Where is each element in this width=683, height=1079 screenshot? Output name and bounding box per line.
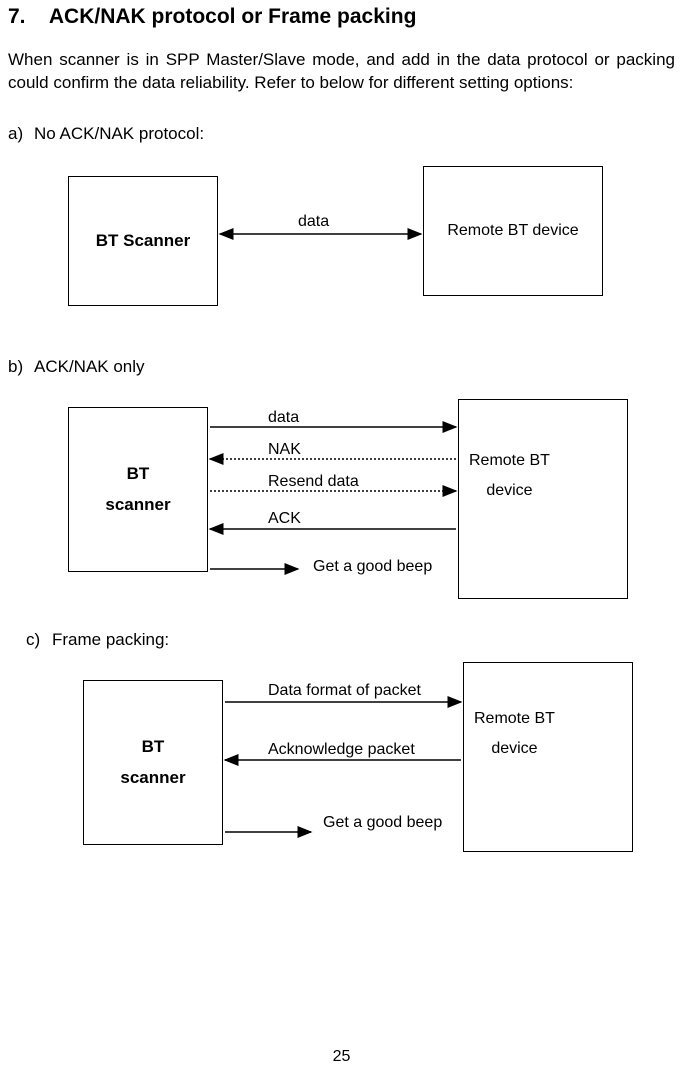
b-beep: Get a good beep (313, 556, 432, 578)
c-dataformat: Data format of packet (268, 680, 421, 702)
b-ack: ACK (268, 508, 301, 530)
b-resend: Resend data (268, 471, 359, 493)
c-ackpacket: Acknowledge packet (268, 739, 415, 761)
heading-title: ACK/NAK protocol or Frame packing (49, 5, 417, 28)
diagram-b: BT scanner Remote BT device data NAK Res… (68, 389, 675, 599)
section-a-letter: a) (8, 123, 34, 146)
b-nak: NAK (268, 439, 301, 461)
section-heading: 7. ACK/NAK protocol or Frame packing (8, 3, 675, 31)
page-number: 25 (0, 1046, 683, 1068)
section-c-title: Frame packing: (52, 629, 169, 652)
section-c-label: c) Frame packing: (26, 629, 675, 652)
section-c-letter: c) (26, 629, 52, 652)
section-a-label: a) No ACK/NAK protocol: (8, 123, 675, 146)
diagram-c: BT scanner Remote BT device Data format … (83, 662, 675, 862)
b-data: data (268, 407, 299, 429)
section-a-title: No ACK/NAK protocol: (34, 123, 204, 146)
c-beep: Get a good beep (323, 812, 442, 834)
intro-paragraph: When scanner is in SPP Master/Slave mode… (8, 49, 675, 95)
diagram-a: BT Scanner Remote BT device data (68, 156, 675, 326)
section-b-letter: b) (8, 356, 34, 379)
section-b-label: b) ACK/NAK only (8, 356, 675, 379)
section-b-title: ACK/NAK only (34, 356, 145, 379)
arrows-a (68, 156, 668, 326)
data-label-a: data (298, 211, 329, 233)
heading-number: 7. (8, 5, 26, 28)
